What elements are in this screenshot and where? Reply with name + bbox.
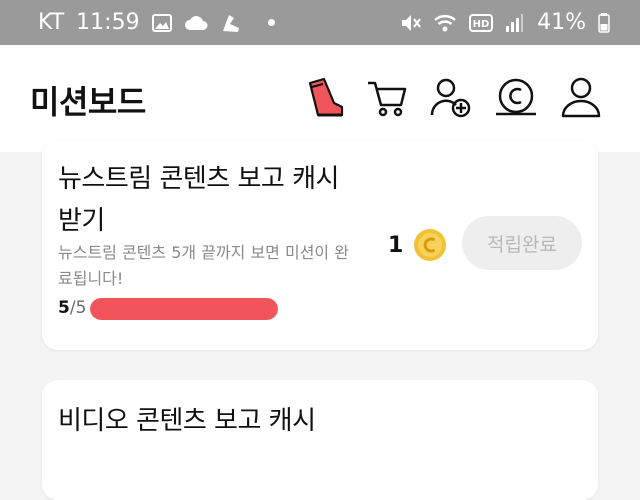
coin-wallet-icon[interactable] [493, 75, 539, 121]
mission-title: 뉴스트림 콘텐츠 보고 캐시 받기 [58, 164, 339, 236]
status-bar: KT 11:59 HD 41% [0, 0, 640, 45]
signal-icon [505, 13, 524, 33]
dot-icon [267, 19, 275, 26]
reward-amount: 1 [388, 232, 404, 258]
mission-card[interactable]: 뉴스트림 콘텐츠 보고 캐시 받기 뉴스트림 콘텐츠 5개 끝까지 보면 미션이… [42, 140, 598, 350]
hd-icon: HD [469, 13, 494, 32]
progress-total: /5 [69, 298, 87, 318]
cloud-icon [184, 15, 208, 31]
battery-percent: 41% [537, 10, 586, 35]
mission-card[interactable]: 비디오 콘텐츠 보고 캐시 [42, 380, 598, 500]
image-icon [151, 13, 172, 32]
mute-icon [399, 12, 421, 34]
progress-count: 5/5 [58, 298, 86, 318]
progress-current: 5 [58, 298, 70, 318]
add-friend-icon[interactable] [428, 75, 474, 121]
coin-icon [413, 228, 447, 262]
shoe-icon[interactable] [302, 75, 348, 121]
cart-icon[interactable] [364, 75, 410, 121]
wifi-icon [433, 13, 457, 33]
profile-icon[interactable] [558, 75, 604, 121]
svg-text:HD: HD [473, 19, 490, 30]
mission-description: 뉴스트림 콘텐츠 5개 끝까지 보면 미션이 완료됩니다! [58, 243, 349, 288]
app-header: 미션보드 [0, 45, 640, 152]
reward: 1 [388, 228, 447, 262]
shoe-notification-icon [220, 12, 242, 34]
carrier-label: KT [38, 10, 65, 35]
page-title: 미션보드 [30, 83, 146, 121]
battery-icon [598, 12, 610, 33]
claim-complete-button[interactable]: 적립완료 [462, 216, 582, 270]
progress-bar [90, 298, 278, 320]
progress-fill [90, 298, 278, 320]
mission-title: 비디오 콘텐츠 보고 캐시 [58, 406, 316, 436]
clock: 11:59 [76, 10, 140, 35]
